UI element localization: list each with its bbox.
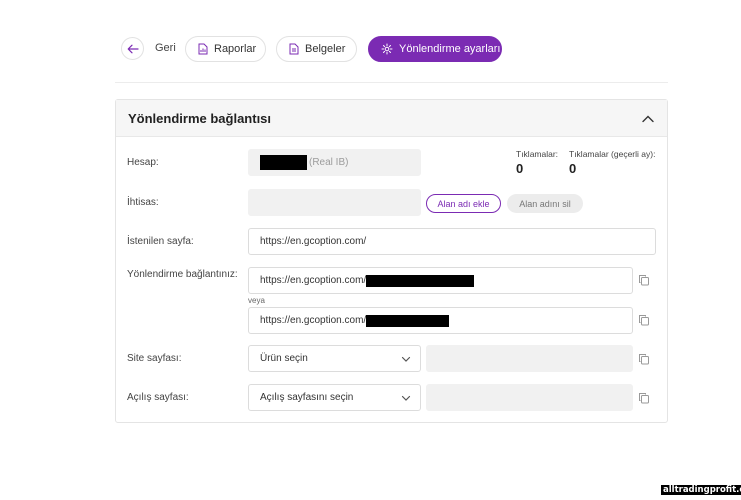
site-page-field <box>426 345 633 372</box>
reports-label: Raporlar <box>214 43 257 55</box>
card-header[interactable]: Yönlendirme bağlantısı <box>116 100 667 137</box>
desired-page-value: https://en.gcoption.com/ <box>260 236 367 247</box>
desired-page-input[interactable]: https://en.gcoption.com/ <box>248 228 656 255</box>
redirect-link-2-prefix: https://en.gcoption.com/ <box>260 315 367 326</box>
redirect-link-1-field[interactable]: https://en.gcoption.com/ <box>248 267 633 294</box>
site-page-select[interactable]: Ürün seçin <box>248 345 421 372</box>
remove-domain-button[interactable]: Alan adını sil <box>507 194 583 213</box>
account-field: (Real IB) <box>248 149 421 176</box>
redacted-link-2-suffix <box>366 314 450 327</box>
clicks-label: Tıklamalar: <box>516 149 559 159</box>
account-label: Hesap: <box>127 157 159 168</box>
clicks-month-label: Tıklamalar (geçerli ay): <box>569 149 656 159</box>
specialty-label: İhtisas: <box>127 197 159 208</box>
gear-icon <box>381 43 393 55</box>
landing-page-label: Açılış sayfası: <box>127 392 189 403</box>
divider <box>115 82 668 83</box>
copy-icon[interactable] <box>638 353 650 365</box>
or-label: veya <box>248 296 265 305</box>
landing-page-field <box>426 384 633 411</box>
redirect-settings-label: Yönlendirme ayarları <box>399 43 501 55</box>
arrow-left-icon <box>127 44 139 53</box>
specialty-field <box>248 189 421 216</box>
chevron-down-icon <box>401 395 411 401</box>
redirect-link-2-field[interactable]: https://en.gcoption.com/ <box>248 307 633 334</box>
chevron-up-icon[interactable] <box>641 112 655 126</box>
redirect-settings-button[interactable]: Yönlendirme ayarları <box>368 36 502 62</box>
reports-button[interactable]: Raporlar <box>185 36 266 62</box>
desired-page-label: İstenilen sayfa: <box>127 236 194 247</box>
document-icon <box>289 43 299 55</box>
documents-label: Belgeler <box>305 43 346 55</box>
redirect-link-card: Yönlendirme bağlantısı Hesap: (Real IB) … <box>115 99 668 423</box>
documents-button[interactable]: Belgeler <box>276 36 357 62</box>
top-navigation: Geri Raporlar Belgeler Yönlendirme ayarl… <box>0 0 741 100</box>
site-page-select-value: Ürün seçin <box>260 353 308 364</box>
document-chart-icon <box>198 43 208 55</box>
clicks-value: 0 <box>516 161 524 176</box>
copy-icon[interactable] <box>638 274 650 286</box>
landing-page-select-value: Açılış sayfasını seçin <box>260 392 354 403</box>
site-page-label: Site sayfası: <box>127 353 182 364</box>
landing-page-select[interactable]: Açılış sayfasını seçin <box>248 384 421 411</box>
account-type: (Real IB) <box>309 157 349 168</box>
add-domain-button[interactable]: Alan adı ekle <box>426 194 501 213</box>
back-button[interactable] <box>121 37 144 60</box>
redacted-link-1-suffix <box>366 274 475 287</box>
clicks-month-value: 0 <box>569 161 577 176</box>
redacted-account-id <box>260 155 307 170</box>
copy-icon[interactable] <box>638 314 650 326</box>
copy-icon[interactable] <box>638 392 650 404</box>
redirect-link-1-prefix: https://en.gcoption.com/ <box>260 275 367 286</box>
chevron-down-icon <box>401 356 411 362</box>
card-title: Yönlendirme bağlantısı <box>128 111 272 126</box>
back-label[interactable]: Geri <box>155 42 176 54</box>
watermark: alltradingprofit.com <box>661 485 741 495</box>
redirect-links-label: Yönlendirme bağlantınız: <box>127 269 238 280</box>
